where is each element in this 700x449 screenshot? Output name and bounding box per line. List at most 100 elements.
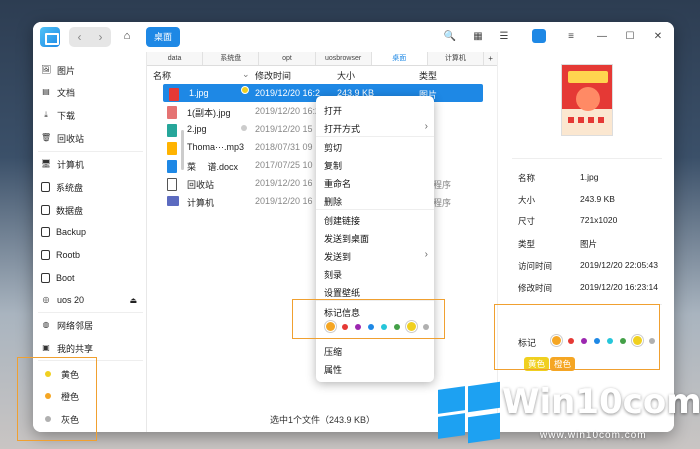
sidebar-item-uos[interactable]: ◎ uos 20 ⏏	[41, 291, 141, 309]
doc-file-icon	[167, 160, 177, 173]
menu-item-send-to[interactable]: 发送到	[324, 250, 351, 263]
detail-view-toggle[interactable]	[532, 29, 546, 43]
file-name: 回收站	[187, 180, 215, 190]
menu-item-delete[interactable]: 删除	[324, 195, 342, 208]
file-date: 2019/12/20 16:2	[255, 88, 321, 98]
disk-icon	[41, 273, 50, 283]
tab-uosbrowser[interactable]: uosbrowser	[316, 52, 372, 65]
computer-icon: 🖥	[41, 159, 52, 168]
tab-data[interactable]: data	[147, 52, 204, 65]
detail-key: 大小	[518, 195, 536, 205]
app-logo-icon	[40, 27, 60, 47]
sidebar-item-rootb[interactable]: Rootb	[41, 246, 80, 264]
image-file-icon	[167, 124, 177, 137]
sort-icon[interactable]: ⌄	[242, 69, 250, 80]
nav-buttons: ‹ ›	[69, 27, 111, 47]
detail-key: 名称	[518, 173, 536, 183]
sidebar-item-label: Boot	[56, 273, 75, 283]
title-bar: ‹ › ⌂ 桌面 🔍 ▦ ☰ ≡ — ☐ ✕	[33, 22, 674, 52]
file-date: 2017/07/25 10	[255, 160, 313, 170]
tab-system-disk[interactable]: 系统盘	[203, 52, 260, 65]
computer-file-icon	[167, 196, 179, 206]
maximize-button[interactable]: ☐	[623, 30, 637, 44]
menu-item-open[interactable]: 打开	[324, 104, 342, 117]
column-size[interactable]: 大小	[337, 69, 355, 82]
close-button[interactable]: ✕	[651, 30, 665, 44]
tab-computer[interactable]: 计算机	[428, 52, 485, 65]
file-date: 2019/12/20 16	[255, 196, 313, 206]
menu-item-open-with[interactable]: 打开方式	[324, 122, 360, 135]
sidebar-item-data-disk[interactable]: 数据盘	[41, 201, 83, 219]
trash-file-icon	[167, 178, 177, 191]
sidebar-item-label: 数据盘	[56, 205, 84, 216]
watermark-subtext: www.win10com.com	[540, 430, 647, 441]
audio-file-icon	[167, 142, 177, 155]
menu-item-create-link[interactable]: 创建链接	[324, 214, 360, 227]
sidebar-item-label: Rootb	[56, 250, 81, 260]
sidebar-item-system-disk[interactable]: 系统盘	[41, 178, 83, 196]
file-name: 1.jpg	[189, 88, 209, 98]
forward-button[interactable]: ›	[90, 27, 111, 47]
sidebar-item-label: 下载	[57, 110, 76, 121]
file-type: 程序	[433, 198, 452, 208]
back-button[interactable]: ‹	[69, 27, 90, 47]
detail-value: 243.9 KB	[580, 194, 615, 204]
divider	[38, 151, 143, 152]
sidebar-item-computer[interactable]: 🖥 计算机	[41, 155, 84, 173]
file-date: 2018/07/31 09	[255, 142, 313, 152]
divider	[512, 158, 662, 159]
breadcrumb-desktop[interactable]: 桌面	[146, 27, 181, 47]
file-date: 2019/12/20 16	[255, 178, 313, 188]
share-icon: ▣	[42, 343, 50, 352]
highlight-box-detail-tags	[494, 304, 660, 370]
file-name: Thoma···.mp3	[187, 142, 245, 152]
disk-icon	[41, 250, 50, 260]
context-menu: 打开 打开方式 › 剪切 复制 重命名 删除 创建链接 发送到桌面 发送到 › …	[316, 96, 434, 382]
menu-item-burn[interactable]: 刻录	[324, 268, 342, 281]
eject-icon[interactable]: ⏏	[129, 296, 137, 305]
list-view-icon[interactable]: ☰	[497, 30, 511, 44]
menu-icon[interactable]: ≡	[564, 30, 578, 44]
column-name[interactable]: 名称	[153, 69, 171, 82]
search-icon[interactable]: 🔍	[443, 30, 457, 44]
sidebar-item-network[interactable]: ◍ 网络邻居	[41, 316, 94, 334]
image-file-icon	[169, 88, 179, 101]
tab-opt[interactable]: opt	[259, 52, 316, 65]
menu-item-set-wallpaper[interactable]: 设置壁纸	[324, 286, 360, 299]
sidebar-item-label: 文档	[57, 87, 76, 98]
sidebar-item-pictures[interactable]: 🖼 图片	[41, 61, 75, 79]
home-icon[interactable]: ⌂	[119, 28, 135, 44]
divider	[38, 312, 143, 313]
menu-item-compress[interactable]: 压缩	[324, 345, 342, 358]
disk-icon	[41, 205, 50, 215]
column-header: 名称 ⌄ 修改时间 大小 类型	[147, 66, 498, 82]
add-tab-button[interactable]: +	[484, 52, 499, 65]
menu-item-send-to-desktop[interactable]: 发送到桌面	[324, 232, 369, 245]
sidebar-item-documents[interactable]: ▤ 文档	[41, 83, 75, 101]
column-type[interactable]: 类型	[419, 69, 437, 82]
chevron-right-icon: ›	[424, 249, 428, 260]
sidebar-item-label: 回收站	[57, 133, 85, 144]
sidebar-item-my-share[interactable]: ▣ 我的共享	[41, 339, 93, 357]
highlight-box-menu-tags	[292, 299, 445, 339]
file-type: 程序	[433, 180, 452, 190]
grid-view-icon[interactable]: ▦	[471, 30, 485, 44]
menu-item-cut[interactable]: 剪切	[324, 141, 342, 154]
sidebar-item-downloads[interactable]: ⤓ 下载	[41, 106, 75, 124]
sidebar-item-backup[interactable]: Backup	[41, 223, 86, 241]
sidebar-item-trash[interactable]: 🗑 回收站	[41, 129, 84, 147]
file-name: 计算机	[187, 198, 215, 208]
image-preview	[561, 64, 613, 136]
menu-item-properties[interactable]: 属性	[324, 363, 342, 376]
column-modified[interactable]: 修改时间	[255, 69, 291, 82]
network-icon: ◍	[42, 320, 50, 329]
detail-value: 2019/12/20 22:05:43	[580, 260, 658, 270]
menu-item-copy[interactable]: 复制	[324, 159, 342, 172]
menu-divider	[316, 136, 434, 137]
menu-item-rename[interactable]: 重命名	[324, 177, 351, 190]
minimize-button[interactable]: —	[595, 30, 609, 44]
picture-icon: 🖼	[41, 65, 52, 74]
tab-desktop[interactable]: 桌面	[371, 52, 428, 65]
sidebar-item-boot[interactable]: Boot	[41, 269, 75, 287]
chevron-right-icon: ›	[424, 121, 428, 132]
